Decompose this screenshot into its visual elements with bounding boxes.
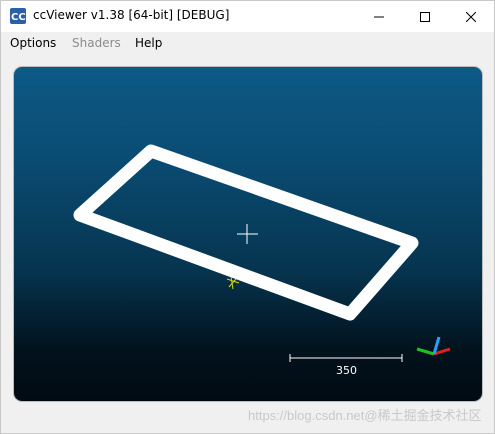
title-bar[interactable]: CC ccViewer v1.38 [64-bit] [DEBUG] (1, 1, 494, 32)
minimize-icon (374, 16, 384, 17)
maximize-icon (420, 11, 430, 22)
close-icon (466, 11, 476, 22)
scale-bar (289, 354, 403, 362)
maximize-button[interactable] (402, 1, 448, 32)
close-button[interactable] (448, 1, 494, 32)
scale-bar-label: 350 (336, 364, 357, 377)
viewport-canvas (73, 144, 451, 362)
minimize-button[interactable] (356, 1, 402, 32)
menu-bar: Options Shaders Help (1, 32, 494, 56)
cc-app-icon: CC (10, 8, 26, 24)
menu-help[interactable]: Help (135, 36, 162, 50)
menu-options[interactable]: Options (10, 36, 56, 50)
svg-text:CC: CC (11, 12, 26, 23)
app-window: CC ccViewer v1.38 [64-bit] [DEBUG] Optio… (0, 0, 495, 434)
3d-viewport[interactable]: 350 (14, 67, 482, 401)
point-cloud (73, 144, 419, 321)
menu-shaders: Shaders (72, 36, 121, 50)
watermark-text: https://blog.csdn.net@稀土掘金技术社区 (248, 408, 482, 423)
center-crosshair-icon (237, 224, 258, 244)
axis-trihedron-icon (416, 336, 451, 356)
window-title: ccViewer v1.38 [64-bit] [DEBUG] (33, 8, 230, 22)
